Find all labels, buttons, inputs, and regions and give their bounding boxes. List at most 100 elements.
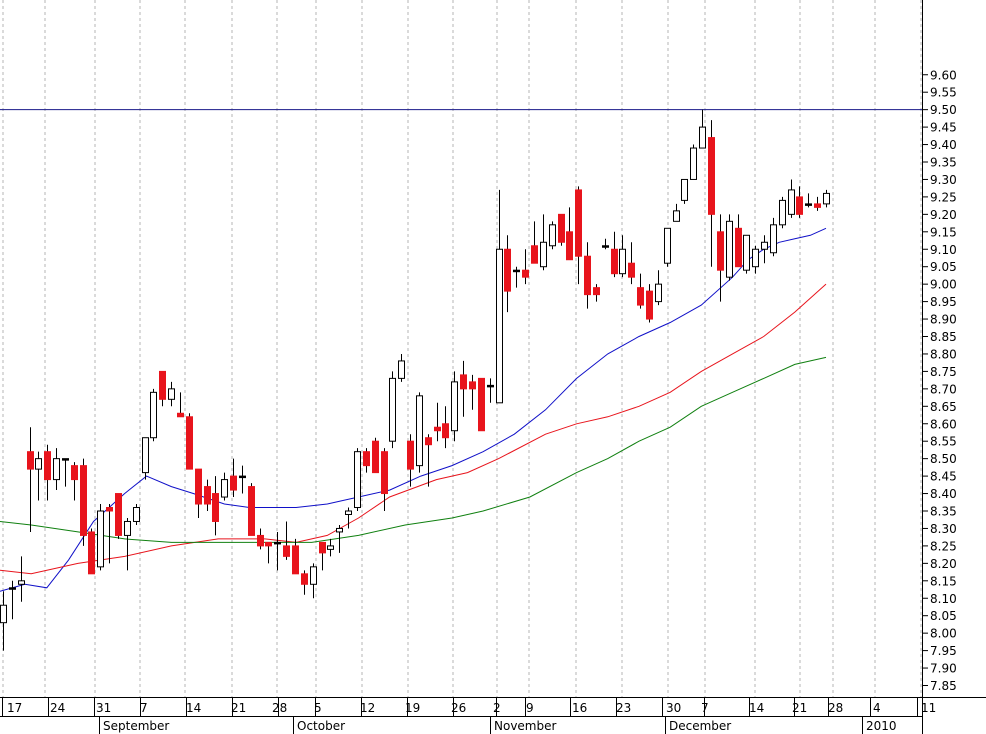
x-tick: 26 — [451, 697, 466, 716]
candle — [549, 221, 556, 250]
y-tick-label: 9.60 — [930, 68, 957, 82]
candle-body — [646, 290, 653, 320]
x-tick: 2 — [493, 697, 501, 716]
candle-body — [504, 248, 511, 292]
candle — [770, 217, 777, 257]
candle-body — [186, 416, 193, 470]
candle-body — [221, 479, 228, 498]
y-tick: 8.50 — [922, 452, 957, 466]
candle-body — [292, 545, 299, 575]
x-month: October — [293, 716, 345, 734]
x-month-label: 2010 — [866, 719, 897, 733]
candle — [469, 374, 476, 410]
y-tick: 8.85 — [922, 330, 957, 344]
candle-body — [425, 437, 432, 446]
candle — [292, 538, 299, 575]
y-tick: 9.15 — [922, 225, 957, 239]
candle-body — [27, 451, 34, 470]
candle — [97, 504, 104, 571]
y-tick-label: 8.30 — [930, 522, 957, 536]
vertical-grid — [2, 0, 922, 697]
x-tick-label: 14 — [186, 701, 201, 715]
x-tick-label: 14 — [749, 701, 764, 715]
y-tick: 9.35 — [922, 156, 957, 170]
candle — [425, 434, 432, 487]
candle — [513, 266, 520, 288]
candle — [655, 270, 662, 306]
x-tick: 9 — [525, 697, 534, 716]
candle — [115, 493, 122, 539]
candle — [35, 451, 42, 501]
candle — [212, 476, 219, 536]
candle — [416, 392, 423, 473]
y-tick-label: 9.45 — [930, 121, 957, 135]
x-tick: 28 — [828, 697, 843, 716]
y-tick-label: 8.45 — [930, 470, 957, 484]
candle-body — [97, 510, 104, 568]
y-tick-label: 8.50 — [930, 452, 957, 466]
x-tick: 23 — [616, 697, 631, 716]
x-tick-label: 28 — [828, 701, 843, 715]
x-tick: 4 — [870, 697, 881, 716]
candle — [27, 427, 34, 532]
candle-body — [735, 227, 742, 268]
candle — [319, 541, 326, 571]
candle — [628, 242, 635, 285]
candle-body — [159, 370, 166, 400]
candle — [18, 556, 25, 602]
candle — [504, 235, 511, 313]
candle-body — [363, 451, 370, 467]
candle-body — [451, 381, 458, 432]
y-tick-label: 8.15 — [930, 574, 957, 588]
x-tick: 16 — [570, 697, 587, 716]
y-tick: 9.55 — [922, 86, 957, 100]
candle-body — [513, 269, 520, 273]
candle-body — [442, 423, 449, 439]
candle — [407, 434, 414, 487]
x-month-label: September — [103, 719, 169, 733]
x-month: November — [490, 716, 556, 734]
x-month: December — [665, 716, 731, 734]
x-tick: 7 — [701, 697, 709, 716]
candle-body — [752, 248, 759, 268]
candle — [221, 472, 228, 501]
x-tick-label: 7 — [701, 701, 709, 715]
candle — [62, 458, 69, 487]
candle — [487, 378, 494, 403]
y-tick-label: 8.10 — [930, 592, 957, 606]
y-tick-label: 8.00 — [930, 627, 957, 641]
y-tick: 8.05 — [922, 609, 957, 623]
candle-body — [195, 468, 202, 505]
candle-body — [115, 493, 122, 536]
y-tick: 9.60 — [922, 68, 957, 82]
series-line-ma-mid — [0, 283, 827, 575]
candle — [230, 458, 237, 498]
y-tick-label: 9.00 — [930, 278, 957, 292]
candle-body — [327, 545, 334, 550]
x-tick: 28 — [272, 697, 287, 716]
candle — [53, 448, 60, 491]
x-tick: 21 — [792, 697, 807, 716]
x-tick-label: 26 — [451, 701, 466, 715]
candle-body — [779, 199, 786, 226]
candle — [442, 406, 449, 449]
candle-body — [106, 507, 113, 512]
y-tick: 8.90 — [922, 313, 957, 327]
y-tick-label: 8.80 — [930, 347, 957, 361]
candle — [540, 214, 547, 271]
y-tick: 8.30 — [922, 522, 957, 536]
y-axis-ticks: 9.60 9.55 9.50 9.45 9.40 9.35 9.30 9.25 9.20 9.15… — [922, 68, 957, 693]
candle-body — [239, 475, 246, 479]
candle — [274, 531, 281, 571]
candle — [566, 207, 573, 261]
candle — [796, 186, 803, 218]
y-tick: 8.55 — [922, 435, 957, 449]
y-tick: 7.85 — [922, 679, 957, 693]
x-tick: 24 — [48, 697, 65, 716]
candle — [761, 235, 768, 264]
candle — [0, 591, 7, 651]
candle-body — [823, 192, 830, 205]
candle — [637, 273, 644, 309]
x-tick-label: 31 — [96, 701, 111, 715]
candle-body — [469, 381, 476, 390]
